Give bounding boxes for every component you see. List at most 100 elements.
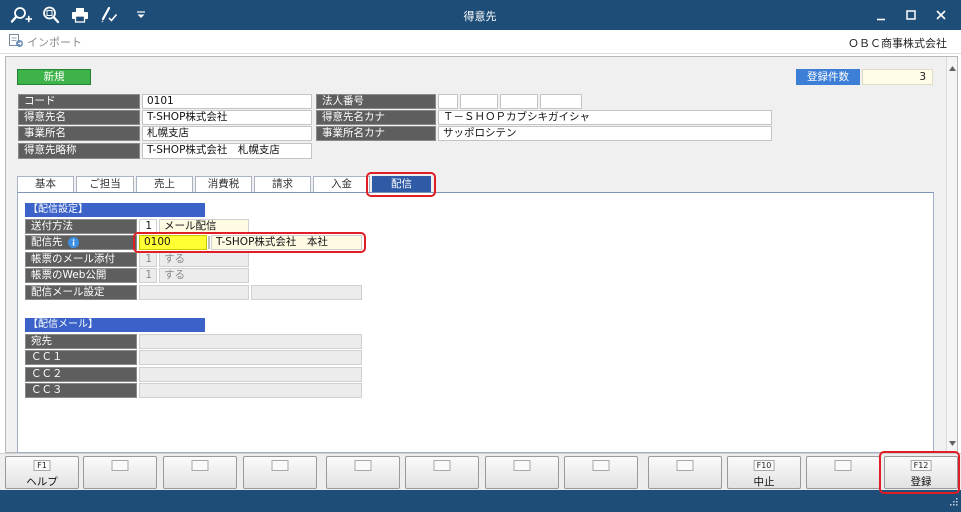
mail-attachment-code-field: 1 (139, 252, 157, 267)
destination-label-text: 配信先 (31, 236, 63, 248)
search-plus-icon[interactable] (10, 6, 34, 24)
f12-label: 登録 (910, 476, 932, 488)
toolbar: インポート ＯＢＣ商事株式会社 (0, 30, 961, 54)
tab-billing[interactable]: 請求 (254, 176, 311, 193)
cc2-label: ＣＣ２ (25, 367, 137, 382)
function-key-5-button[interactable] (326, 456, 400, 489)
web-publish-label: 帳票のWeb公開 (25, 268, 137, 283)
pen-settings-icon[interactable] (99, 6, 119, 24)
function-key-2-key-label (111, 460, 129, 471)
code-label: コード (18, 94, 140, 109)
scroll-down-icon[interactable] (949, 436, 956, 449)
f10-cancel-button[interactable]: F10 中止 (727, 456, 801, 489)
corporate-number-field-4[interactable] (540, 94, 582, 109)
customer-name-kana-field[interactable]: Ｔ－ＳＨＯＰカブシキガイシャ (438, 110, 772, 125)
function-key-3-key-label (191, 460, 209, 471)
cc1-field (139, 350, 362, 365)
mail-setting-label: 配信メール設定 (25, 285, 137, 300)
destination-label: 配信先 (25, 235, 137, 250)
corporate-number-field-1[interactable] (438, 94, 458, 109)
mail-to-label: 宛先 (25, 334, 137, 349)
function-key-9-button[interactable] (648, 456, 722, 489)
record-count-label: 登録件数 (796, 69, 860, 85)
delivery-settings-header: 【配信設定】 (25, 203, 205, 217)
mode-badge: 新規 (17, 69, 91, 85)
short-name-field[interactable]: T-SHOP株式会社 札幌支店 (142, 143, 312, 159)
destination-divider (208, 236, 210, 249)
window-title: 得意先 (463, 10, 497, 23)
function-key-7-button[interactable] (485, 456, 559, 489)
function-key-6-button[interactable] (405, 456, 479, 489)
resize-grip-icon[interactable] (949, 496, 958, 509)
corporate-number-field-3[interactable] (500, 94, 538, 109)
company-name: ＯＢＣ商事株式会社 (848, 37, 947, 50)
function-key-4-key-label (271, 460, 289, 471)
function-key-8-key-label (592, 460, 610, 471)
delivery-mail-header: 【配信メール】 (25, 318, 205, 332)
cc3-label: ＣＣ３ (25, 383, 137, 398)
tab-consumption-tax[interactable]: 消費税 (195, 176, 252, 193)
cc2-field (139, 367, 362, 382)
mail-attachment-label: 帳票のメール添付 (25, 252, 137, 267)
printer-icon[interactable] (71, 6, 89, 24)
office-name-kana-label: 事業所名カナ (316, 126, 436, 141)
function-key-4-button[interactable] (243, 456, 317, 489)
web-publish-code-field: 1 (139, 268, 157, 283)
tab-basic[interactable]: 基本 (17, 176, 74, 193)
send-method-code-field[interactable]: 1 (139, 219, 157, 234)
import-icon (8, 33, 24, 51)
customer-name-label: 得意先名 (18, 110, 140, 125)
function-key-2-button[interactable] (83, 456, 157, 489)
close-icon[interactable] (935, 9, 947, 21)
f10-key-label: F10 (753, 460, 775, 471)
chevron-down-icon[interactable] (135, 6, 147, 24)
customer-name-field[interactable]: T-SHOP株式会社 (142, 110, 312, 125)
function-key-11-button[interactable] (806, 456, 880, 489)
office-name-label: 事業所名 (18, 126, 140, 141)
function-key-11-key-label (834, 460, 852, 471)
mail-attachment-name: する (159, 252, 249, 267)
scroll-up-icon[interactable] (949, 61, 956, 74)
preview-icon[interactable] (42, 6, 60, 24)
function-key-5-key-label (354, 460, 372, 471)
mail-setting-field-2 (251, 285, 362, 300)
function-key-9-key-label (676, 460, 694, 471)
cc1-label: ＣＣ１ (25, 350, 137, 365)
function-key-7-key-label (513, 460, 531, 471)
function-key-6-key-label (433, 460, 451, 471)
f10-label: 中止 (753, 476, 775, 488)
vertical-scrollbar[interactable] (946, 57, 957, 452)
corporate-number-field-2[interactable] (460, 94, 498, 109)
code-field[interactable]: 0101 (142, 94, 312, 109)
function-key-3-button[interactable] (163, 456, 237, 489)
send-method-name: メール配信 (159, 219, 249, 234)
destination-code-field[interactable]: 0100 (139, 235, 207, 250)
f12-key-label: F12 (910, 460, 932, 471)
tab-delivery[interactable]: 配信 (372, 176, 431, 193)
tab-sales[interactable]: 売上 (136, 176, 193, 193)
customer-name-kana-label: 得意先名カナ (316, 110, 436, 125)
function-key-8-button[interactable] (564, 456, 638, 489)
status-bar (0, 490, 961, 512)
minimize-icon[interactable] (875, 9, 887, 21)
title-bar: 得意先 (0, 0, 961, 30)
tab-contact[interactable]: ご担当 (76, 176, 134, 193)
record-count-value: 3 (862, 69, 933, 85)
destination-name: T-SHOP株式会社 本社 (211, 235, 362, 250)
corporate-number-label: 法人番号 (316, 94, 436, 109)
f12-register-button[interactable]: F12 登録 (884, 456, 958, 489)
short-name-label: 得意先略称 (18, 143, 140, 159)
mail-setting-field-1 (139, 285, 249, 300)
tab-payment[interactable]: 入金 (313, 176, 370, 193)
import-button[interactable]: インポート (8, 33, 82, 50)
send-method-label: 送付方法 (25, 219, 137, 234)
mail-to-field (139, 334, 362, 349)
f1-label: ヘルプ (26, 476, 58, 488)
info-icon[interactable] (68, 237, 79, 249)
maximize-icon[interactable] (905, 9, 917, 21)
import-label: インポート (27, 35, 82, 49)
office-name-field[interactable]: 札幌支店 (142, 126, 312, 141)
office-name-kana-field[interactable]: サッポロシテン (438, 126, 772, 141)
web-publish-name: する (159, 268, 249, 283)
f1-help-button[interactable]: F1 ヘルプ (5, 456, 79, 489)
